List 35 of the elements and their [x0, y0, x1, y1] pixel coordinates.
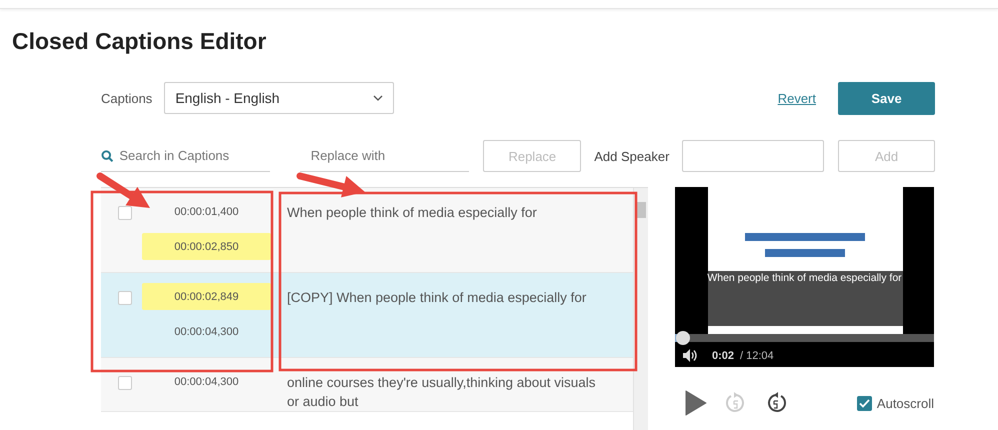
play-icon[interactable]: [685, 390, 707, 416]
caption-text[interactable]: When people think of media especially for: [271, 188, 617, 272]
captions-label: Captions: [101, 90, 152, 106]
language-dropdown[interactable]: English - English: [164, 82, 394, 114]
speaker-input[interactable]: [682, 140, 824, 172]
caption-row[interactable]: 00:00:02,849 00:00:04,300 [COPY] When people think of media especially for: [101, 273, 633, 358]
timestamp[interactable]: 00:00:02,850: [142, 233, 271, 260]
add-speaker-label: Add Speaker: [594, 148, 670, 164]
fast-forward-icon[interactable]: [765, 392, 787, 414]
current-time: 0:02: [712, 350, 734, 362]
row-checkbox[interactable]: [118, 206, 132, 220]
save-button[interactable]: Save: [838, 82, 935, 114]
caption-text[interactable]: [COPY] When people think of media especially for: [271, 273, 617, 357]
timestamp[interactable]: 00:00:04,300: [142, 368, 271, 395]
row-checkbox[interactable]: [118, 291, 132, 305]
caption-row[interactable]: 00:00:04,300 online courses they're usually,thinking about visuals or audio but: [101, 358, 633, 412]
volume-icon[interactable]: [683, 349, 698, 362]
annotation-arrow: [96, 172, 150, 208]
search-icon: [101, 148, 114, 162]
progress-slider[interactable]: [675, 334, 934, 342]
timestamp[interactable]: 00:00:01,400: [142, 198, 271, 225]
timestamp[interactable]: 00:00:04,300: [142, 318, 271, 345]
chevron-icon: [373, 95, 384, 101]
caption-text[interactable]: online courses they're usually,thinking about visuals or audio but: [271, 358, 617, 411]
timestamp[interactable]: 00:00:02,849: [142, 283, 271, 310]
revert-link[interactable]: Revert: [778, 90, 816, 106]
search-field[interactable]: Search in Captions: [117, 147, 270, 164]
video-caption: When people think of media especially for: [706, 272, 903, 284]
row-checkbox[interactable]: [118, 376, 132, 390]
page-title: Closed Captions Editor: [12, 27, 268, 56]
duration: / 12:04: [740, 350, 774, 362]
autoscroll-checkbox[interactable]: [856, 396, 872, 410]
annotation-arrow: [296, 172, 365, 198]
caption-row[interactable]: 00:00:01,400 00:00:02,850 When people think of media especially for: [101, 188, 633, 273]
autoscroll-label: Autoscroll: [876, 396, 934, 410]
